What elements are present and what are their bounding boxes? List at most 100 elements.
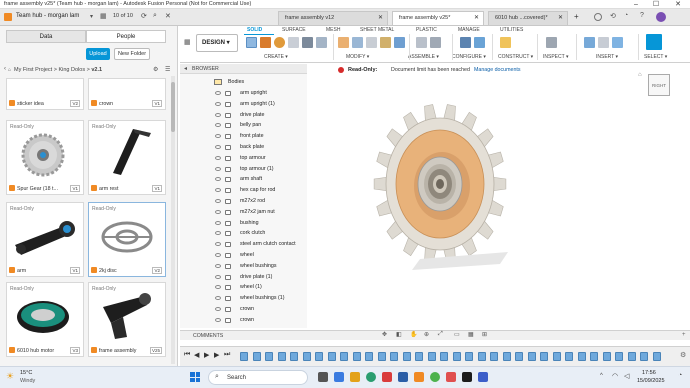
timeline-feature[interactable] [615, 352, 623, 361]
tab-close-icon[interactable]: ✕ [558, 12, 563, 25]
mirror-icon[interactable] [316, 37, 327, 48]
group-select[interactable]: SELECT ▾ [644, 54, 667, 60]
timeline-feature[interactable] [502, 352, 511, 361]
new-tab-icon[interactable]: + [574, 12, 579, 21]
grid-apps-icon[interactable]: ▦ [100, 12, 107, 20]
weather-temperature[interactable]: 15°C [20, 370, 32, 376]
edge-browser-icon[interactable] [366, 372, 376, 382]
version-badge[interactable]: V2 [70, 100, 80, 107]
configure-rule-icon[interactable] [474, 37, 485, 48]
chamfer-icon[interactable] [366, 37, 377, 48]
visibility-eye-icon[interactable] [215, 123, 221, 128]
tab-data[interactable]: Data [6, 30, 86, 43]
breadcrumb-item[interactable]: My First Project [14, 67, 52, 73]
app-icon[interactable] [446, 372, 456, 382]
scrollbar-thumb[interactable] [171, 82, 175, 132]
maximize-button[interactable]: ☐ [648, 0, 664, 9]
hole-icon[interactable] [288, 37, 299, 48]
version-badge[interactable]: V2 [152, 267, 162, 274]
pattern-icon[interactable] [302, 37, 313, 48]
timeline-feature[interactable] [515, 352, 523, 361]
visibility-eye-icon[interactable] [215, 101, 221, 106]
timeline-feature[interactable] [465, 352, 473, 361]
wifi-icon[interactable]: ◠ [612, 372, 618, 380]
timeline-feature[interactable] [590, 352, 598, 361]
visibility-eye-icon[interactable] [215, 209, 221, 214]
visibility-eye-icon[interactable] [215, 166, 221, 171]
comments-label[interactable]: COMMENTS [193, 333, 223, 339]
tab-people[interactable]: People [86, 30, 166, 43]
visibility-eye-icon[interactable] [215, 188, 221, 193]
timeline-feature[interactable] [552, 352, 561, 361]
file-card[interactable]: crown V1 [88, 78, 166, 110]
file-card[interactable]: Read-Only 6010 hub motor V3 [6, 282, 84, 357]
timeline-feature[interactable] [402, 352, 411, 361]
visibility-eye-icon[interactable] [215, 112, 221, 117]
browser-item[interactable]: drive plate (1) [240, 274, 272, 280]
fillet-icon[interactable] [352, 37, 363, 48]
tray-chevron-icon[interactable]: ^ [600, 373, 603, 379]
extensions-icon[interactable]: ⟲ [610, 12, 616, 20]
visibility-eye-icon[interactable] [215, 134, 221, 139]
tab-utilities[interactable]: UTILITIES [500, 27, 523, 33]
browser-item[interactable]: cork clutch [240, 230, 265, 236]
bodies-folder-label[interactable]: Bodies [228, 79, 244, 85]
weather-icon[interactable]: ☀ [6, 371, 14, 382]
browser-item[interactable]: drive plate [240, 112, 264, 118]
group-assemble[interactable]: ASSEMBLE ▾ [408, 54, 439, 60]
tab-surface[interactable]: SURFACE [282, 27, 306, 33]
tab-6010-hub[interactable]: 6010 hub ...covered)* ✕ [488, 11, 568, 25]
version-badge[interactable]: V25 [149, 347, 162, 354]
browser-item[interactable]: crown [240, 317, 254, 323]
office-icon[interactable] [382, 372, 392, 382]
timeline-feature[interactable] [352, 352, 361, 361]
browser-item[interactable]: crown [240, 306, 254, 312]
timeline-feature[interactable] [302, 352, 311, 361]
version-badge[interactable]: V3 [70, 347, 80, 354]
browser-item[interactable]: wheel [240, 252, 254, 258]
tab-close-icon[interactable]: ✕ [378, 12, 383, 25]
new-folder-button[interactable]: New Folder [114, 48, 150, 60]
visibility-eye-icon[interactable] [215, 307, 221, 311]
group-create[interactable]: CREATE ▾ [264, 54, 288, 60]
clock-date[interactable]: 15/09/2025 [637, 378, 665, 384]
add-comment-icon[interactable]: + [682, 332, 686, 338]
taskbar-search-box[interactable]: ⌕ Search [208, 370, 308, 385]
home-icon[interactable]: ⌂ [8, 67, 11, 73]
windows-start-icon[interactable] [190, 372, 200, 382]
visibility-eye-icon[interactable] [215, 220, 221, 225]
file-explorer-icon[interactable] [350, 372, 360, 382]
store-icon[interactable] [398, 372, 408, 382]
tab-frame-assembly-v25[interactable]: frame assembly v25* ✕ [392, 11, 484, 25]
settings-icon[interactable]: ⚙ [153, 66, 158, 73]
visibility-eye-icon[interactable] [215, 263, 221, 268]
help-icon[interactable]: ? [640, 12, 644, 19]
home-view-icon[interactable]: ⌂ [638, 72, 642, 78]
task-view-icon[interactable] [318, 372, 328, 382]
extrude-icon[interactable] [260, 37, 271, 48]
timeline-feature[interactable] [540, 352, 548, 361]
timeline-feature[interactable] [252, 352, 261, 361]
app-icon[interactable] [478, 372, 488, 382]
timeline-feature[interactable] [477, 352, 486, 361]
close-panel-icon[interactable]: ✕ [165, 12, 171, 20]
version-badge[interactable]: V1 [70, 267, 80, 274]
timeline-feature[interactable] [415, 352, 423, 361]
breadcrumb-item[interactable]: King Dolos [58, 67, 85, 73]
group-inspect[interactable]: INSPECT ▾ [543, 54, 569, 60]
timeline-feature[interactable] [277, 352, 286, 361]
timeline-feature[interactable] [577, 352, 586, 361]
file-card[interactable]: Read-Only Spur Gear (18 t... V1 [6, 120, 84, 195]
timeline-feature[interactable] [365, 352, 373, 361]
workspace-switcher[interactable]: DESIGN ▾ [196, 34, 238, 52]
timeline-feature[interactable] [627, 352, 636, 361]
insert-derive-icon[interactable] [584, 37, 595, 48]
browser-item[interactable]: wheel (1) [240, 284, 262, 290]
team-hub-label[interactable]: Team hub - morgan lam [16, 13, 79, 19]
browser-item[interactable]: arm upright [240, 90, 267, 96]
timeline-feature[interactable] [652, 352, 661, 361]
browser-item[interactable]: steel arm clutch contact [240, 241, 296, 247]
new-component-icon[interactable] [416, 37, 427, 48]
visibility-eye-icon[interactable] [215, 91, 221, 95]
timeline-feature[interactable] [377, 352, 386, 361]
